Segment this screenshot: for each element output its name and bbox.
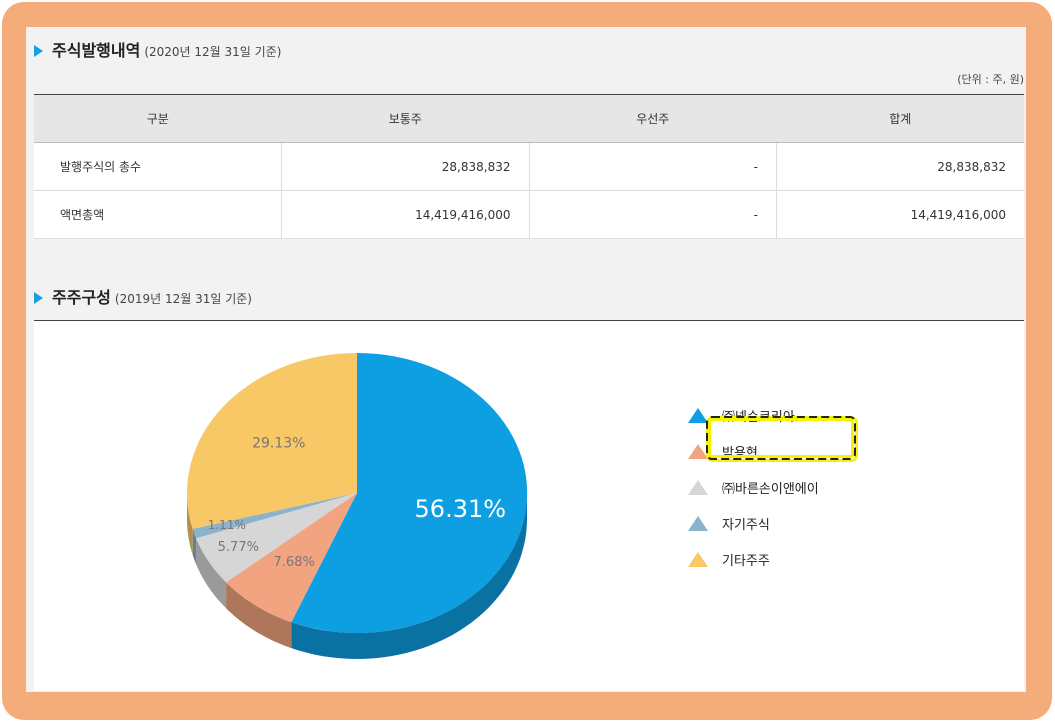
pie-data-label: 56.31% [415, 495, 507, 523]
legend-item: 기타주주 [688, 541, 819, 577]
pie-data-label: 29.13% [252, 436, 305, 452]
legend-label: 자기주식 [722, 517, 770, 533]
legend-triangle-icon [688, 407, 708, 423]
legend-triangle-icon [688, 479, 708, 495]
pie-data-label: 7.68% [274, 555, 315, 570]
legend-highlight-box [706, 416, 856, 460]
legend-item: ㈜바른손이앤에이 [688, 469, 819, 505]
legend-triangle-icon [688, 515, 708, 531]
legend-triangle-icon [688, 551, 708, 567]
pie-data-label: 1.11% [208, 518, 246, 532]
shareholder-pie-chart: 56.31% 7.68% 5.77% 1.11% 29.13% [187, 352, 528, 659]
legend-triangle-icon [688, 443, 708, 459]
pie-data-label: 5.77% [218, 540, 259, 555]
legend-label: ㈜바른손이앤에이 [722, 481, 819, 497]
legend-label: 기타주주 [722, 553, 770, 569]
legend-item: 자기주식 [688, 505, 819, 541]
